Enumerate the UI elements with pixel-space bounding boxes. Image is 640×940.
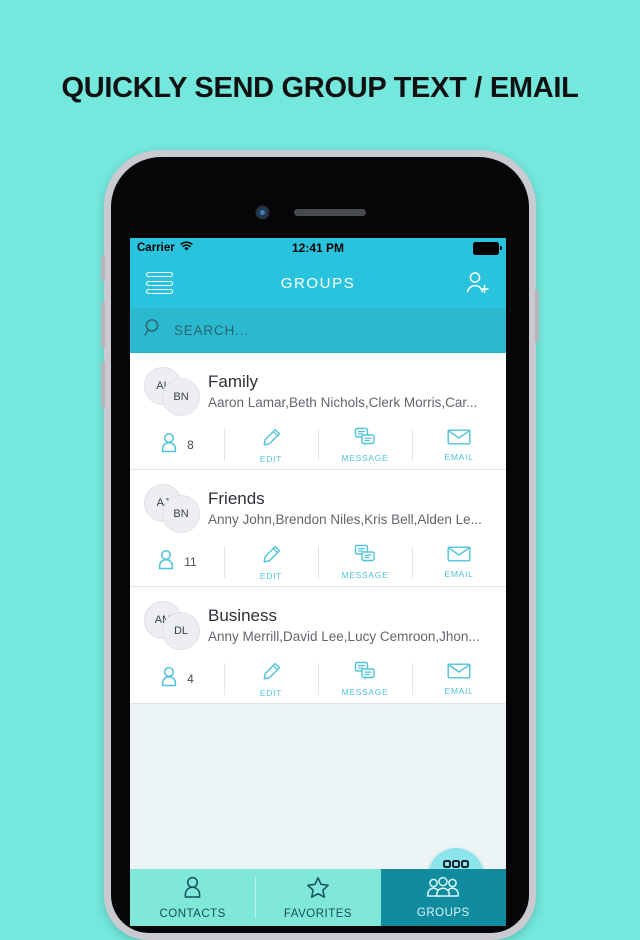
email-label: EMAIL xyxy=(444,686,474,696)
status-time: 12:41 PM xyxy=(291,241,345,255)
tab-favorites[interactable]: FAVORITES xyxy=(255,869,381,926)
group-members: Aaron Lamar,Beth Nichols,Clerk Morris,Ca… xyxy=(208,395,478,410)
email-button[interactable]: EMAIL xyxy=(412,659,506,699)
envelope-icon xyxy=(447,662,471,685)
tab-contacts[interactable]: CONTACTS xyxy=(130,869,256,926)
edit-label: EDIT xyxy=(259,453,283,464)
envelope-icon xyxy=(447,545,471,568)
phone-frame: Carrier 12:41 PM GROUPS SEARCH... AL BN … xyxy=(101,150,539,940)
chat-bubbles-icon xyxy=(354,661,376,686)
email-label: EMAIL xyxy=(444,452,474,462)
chat-bubbles-icon xyxy=(354,427,376,452)
member-count-value: 8 xyxy=(187,438,194,452)
navigation-bar: GROUPS xyxy=(130,258,506,308)
group-actions: 4 EDIT MESSAGE EMAIL xyxy=(130,659,506,703)
group-actions: 8 EDIT MESSAGE EMAIL xyxy=(130,425,506,469)
volume-up-button xyxy=(101,302,105,348)
message-label: MESSAGE xyxy=(341,687,389,697)
avatar-stack: AJ BN xyxy=(144,482,206,534)
avatar-stack: AM DL xyxy=(144,599,206,651)
avatar-stack: AL BN xyxy=(144,365,206,417)
list-item[interactable]: AL BN Family Aaron Lamar,Beth Nichols,Cl… xyxy=(130,353,506,470)
group-name: Friends xyxy=(208,489,265,508)
message-label: MESSAGE xyxy=(341,570,389,580)
avatar: BN xyxy=(162,378,200,416)
search-icon xyxy=(144,318,163,342)
member-count: 8 xyxy=(130,425,224,465)
group-name: Family xyxy=(208,372,259,391)
group-people-icon xyxy=(426,876,460,903)
email-button[interactable]: EMAIL xyxy=(412,425,506,465)
member-count-value: 4 xyxy=(187,672,194,686)
nav-title: GROUPS xyxy=(280,274,356,292)
edit-label: EDIT xyxy=(259,687,283,698)
list-item[interactable]: AM DL Business Anny Merrill,David Lee,Lu… xyxy=(130,587,506,704)
status-bar: Carrier 12:41 PM xyxy=(130,238,506,258)
hamburger-menu-icon[interactable] xyxy=(146,272,173,294)
member-count-value: 11 xyxy=(184,555,197,569)
message-label: MESSAGE xyxy=(341,453,389,463)
tab-contacts-label: CONTACTS xyxy=(159,907,226,920)
phone-screen: Carrier 12:41 PM GROUPS SEARCH... AL BN … xyxy=(130,238,506,926)
member-count: 11 xyxy=(130,542,224,582)
email-label: EMAIL xyxy=(444,569,474,579)
group-members: Anny John,Brendon Niles,Kris Bell,Alden … xyxy=(208,512,482,527)
bottom-tab-bar: CONTACTS FAVORITES GROUPS xyxy=(130,869,506,926)
person-icon xyxy=(160,666,178,692)
page-title: QUICKLY SEND GROUP TEXT / EMAIL xyxy=(61,72,579,104)
tab-favorites-label: FAVORITES xyxy=(283,907,353,920)
group-actions: 11 EDIT MESSAGE EMAIL xyxy=(130,542,506,586)
group-header[interactable]: AJ BN Friends Anny John,Brendon Niles,Kr… xyxy=(130,470,506,542)
member-count: 4 xyxy=(130,659,224,699)
search-input[interactable]: SEARCH... xyxy=(174,323,249,338)
pencil-icon xyxy=(261,544,282,570)
avatar: DL xyxy=(162,612,200,650)
edit-button[interactable]: EDIT xyxy=(224,542,318,582)
tab-groups-label: GROUPS xyxy=(416,907,470,919)
message-button[interactable]: MESSAGE xyxy=(318,425,412,465)
add-person-icon[interactable] xyxy=(464,270,490,296)
person-icon xyxy=(157,549,175,575)
silent-switch xyxy=(101,255,105,281)
front-camera-icon xyxy=(257,207,268,218)
group-header[interactable]: AM DL Business Anny Merrill,David Lee,Lu… xyxy=(130,587,506,659)
tab-groups[interactable]: GROUPS xyxy=(380,869,506,926)
group-name: Business xyxy=(208,606,277,625)
edit-label: EDIT xyxy=(259,570,283,581)
search-bar[interactable]: SEARCH... xyxy=(130,308,506,353)
email-button[interactable]: EMAIL xyxy=(412,542,506,582)
message-button[interactable]: MESSAGE xyxy=(318,542,412,582)
group-members: Anny Merrill,David Lee,Lucy Cemroon,Jhon… xyxy=(208,629,480,644)
group-list: AL BN Family Aaron Lamar,Beth Nichols,Cl… xyxy=(130,353,506,704)
volume-down-button xyxy=(101,362,105,408)
earpiece-speaker xyxy=(294,209,366,216)
power-button xyxy=(535,290,539,342)
person-icon xyxy=(160,432,178,458)
pencil-icon xyxy=(261,427,282,453)
envelope-icon xyxy=(447,428,471,451)
star-icon xyxy=(306,876,330,904)
group-header[interactable]: AL BN Family Aaron Lamar,Beth Nichols,Cl… xyxy=(130,353,506,425)
battery-icon xyxy=(473,241,502,255)
chat-bubbles-icon xyxy=(354,544,376,569)
message-button[interactable]: MESSAGE xyxy=(318,659,412,699)
list-item[interactable]: AJ BN Friends Anny John,Brendon Niles,Kr… xyxy=(130,470,506,587)
avatar: BN xyxy=(162,495,200,533)
pencil-icon xyxy=(261,661,282,687)
edit-button[interactable]: EDIT xyxy=(224,425,318,465)
person-icon xyxy=(182,876,203,904)
edit-button[interactable]: EDIT xyxy=(224,659,318,699)
